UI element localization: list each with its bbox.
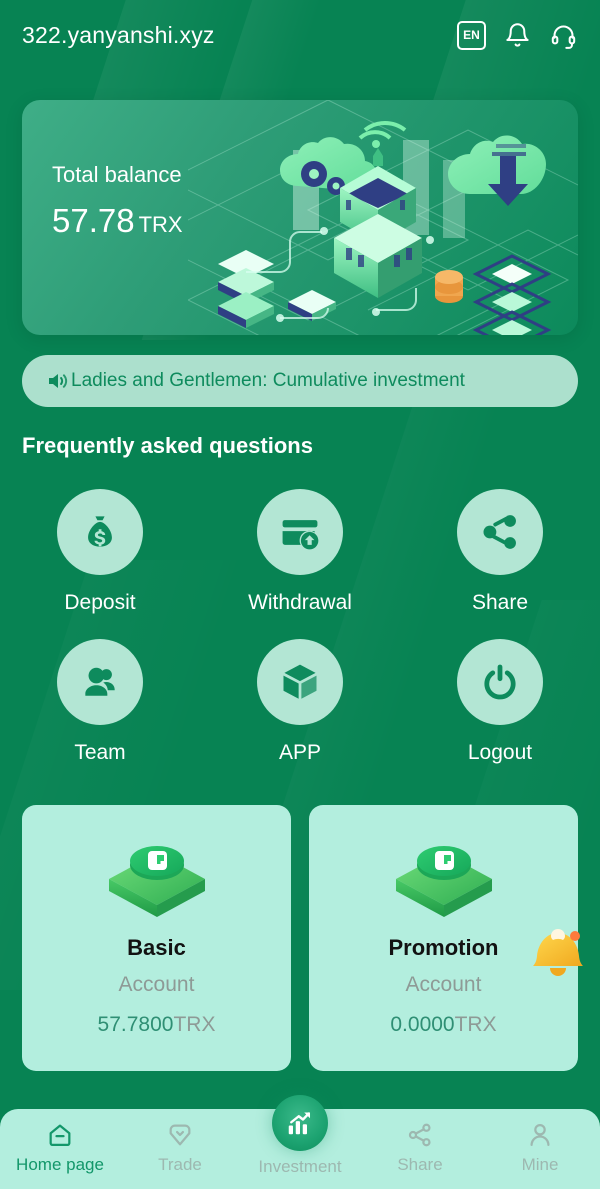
power-icon [457,639,543,725]
cube-icon [257,639,343,725]
blockchain-isometric-illustration [188,100,578,335]
nav-label: Share [397,1155,443,1174]
headset-icon[interactable] [548,20,578,50]
account-card-promotion[interactable]: Promotion Account 0.0000TRX [309,805,583,1071]
account-amount-value: 57.7800 [97,1013,174,1036]
trade-icon [169,1124,191,1146]
menu-label: Withdrawal [248,591,352,614]
nav-label: Mine [521,1155,559,1174]
account-currency: TRX [454,1013,497,1036]
menu-item-share[interactable]: Share [400,489,600,615]
menu-item-app[interactable]: APP [200,639,400,765]
person-icon [530,1123,550,1147]
nav-item-mine[interactable]: Mine [480,1121,600,1175]
menu-label: Logout [467,741,533,764]
nav-item-investment[interactable]: Investment [240,1095,360,1177]
nav-item-share[interactable]: Share [360,1121,480,1175]
money-bag-icon [57,489,143,575]
menu-item-logout[interactable]: Logout [400,639,600,765]
nav-item-trade[interactable]: Trade [120,1121,240,1175]
menu-label: Share [471,591,529,614]
header-actions: EN [457,20,578,50]
menu-label: APP [278,741,322,764]
account-cards: Basic Account 57.7800TRX Promotion Accou… [22,805,583,1071]
home-icon [49,1124,71,1147]
nav-item-home-page[interactable]: Home page [0,1121,120,1175]
page-title: Frequently asked questions [22,433,313,458]
account-amount-row: 57.7800TRX [32,1013,281,1037]
menu-item-withdrawal[interactable]: Withdrawal [200,489,400,615]
bar-chart-icon [288,1112,310,1135]
account-amount-value: 0.0000 [390,1013,455,1036]
menu-label: Team [74,741,126,764]
people-icon [57,639,143,725]
balance-currency: TRX [138,212,183,237]
bottom-navigation: Home page Trade Investment Share Mine [0,1095,600,1189]
menu-item-deposit[interactable]: Deposit [0,489,200,615]
balance-amount-row: 57.78 TRX [52,202,183,240]
nav-label: Trade [158,1155,202,1174]
bell-icon[interactable] [502,20,532,50]
announcement-bar[interactable]: Ladies and Gentlemen: Cumulative investm… [22,355,578,407]
credit-card-arrow-icon [257,489,343,575]
account-currency: TRX [173,1013,216,1036]
speaker-icon [46,369,70,393]
account-amount-row: 0.0000TRX [319,1013,568,1037]
green-coin-stack-icon [395,846,492,917]
balance-text-block: Total balance 57.78 TRX [52,162,183,240]
nav-label: Home page [16,1155,104,1174]
bell-emoji [533,929,583,976]
app-header: 322.yanyanshi.xyz EN [0,0,600,70]
language-badge[interactable]: EN [457,20,486,50]
share-nodes-icon [408,1123,431,1147]
share-nodes-icon [457,489,543,575]
account-name: Basic [127,935,186,960]
investment-fab-button[interactable] [272,1095,328,1151]
total-balance-card[interactable]: Total balance 57.78 TRX [22,100,578,335]
menu-item-team[interactable]: Team [0,639,200,765]
account-card-basic[interactable]: Basic Account 57.7800TRX [22,805,291,1071]
balance-amount-value: 57.78 [52,202,135,239]
green-coin-stack-icon [108,846,205,917]
balance-label: Total balance [52,162,182,187]
account-subtitle: Account [118,973,195,996]
quick-actions-grid: Deposit Withdrawal Share Team APP Logout [0,489,600,765]
announcement-text: Ladies and Gentlemen: Cumulative investm… [71,370,465,391]
nav-label: Investment [258,1157,342,1176]
menu-label: Deposit [64,591,136,614]
site-title: 322.yanyanshi.xyz [22,21,215,48]
